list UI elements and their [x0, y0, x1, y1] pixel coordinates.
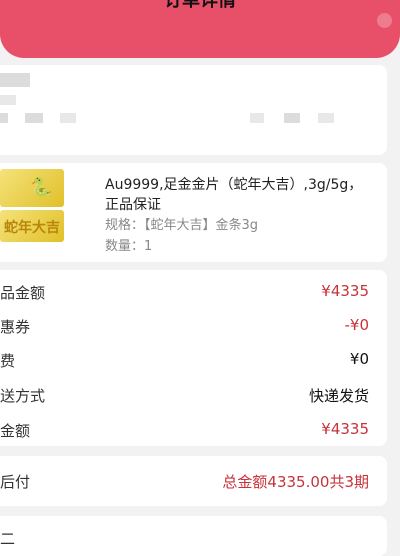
- summary-value: ¥4335: [321, 420, 369, 438]
- summary-row-delivery: 送方式 快递发货: [0, 385, 387, 405]
- product-spec: 规格：【蛇年大吉】金条3g: [105, 218, 259, 233]
- payment-row: 后付 总金额4335.00共3期: [0, 471, 387, 491]
- bottom-card: 二: [0, 516, 387, 556]
- summary-label: 品金额: [0, 284, 46, 302]
- page-title: 订单详情: [164, 0, 236, 11]
- summary-value: ¥4335: [321, 282, 369, 300]
- snake-icon: 🐍: [30, 177, 53, 198]
- summary-value: ¥0: [349, 350, 369, 368]
- product-image-label: 蛇年大吉: [0, 210, 64, 242]
- blurred-text: [0, 113, 8, 123]
- summary-label: 惠券: [0, 318, 31, 336]
- summary-value: 快递发货: [308, 387, 369, 405]
- summary-row-product-amount: 品金额 ¥4335: [0, 282, 387, 302]
- address-card[interactable]: [0, 65, 387, 155]
- thumbnail-text: 蛇年大吉: [4, 220, 60, 236]
- summary-card: 品金额 ¥4335 惠券 -¥0 费 ¥0 送方式 快递发货 金额 ¥4335: [0, 270, 387, 446]
- summary-label: 金额: [0, 422, 31, 440]
- summary-label: 费: [0, 352, 16, 370]
- blurred-text: [0, 95, 16, 105]
- summary-row-coupon[interactable]: 惠券 -¥0: [0, 316, 387, 336]
- payment-label: 后付: [0, 473, 31, 491]
- payment-value: 总金额4335.00共3期: [222, 473, 369, 491]
- more-icon[interactable]: [377, 13, 392, 28]
- blurred-text: [284, 113, 300, 123]
- blurred-text: [25, 113, 43, 123]
- summary-row-total: 金额 ¥4335: [0, 420, 387, 440]
- blurred-text: [318, 113, 334, 123]
- product-quantity: 数量：1: [105, 239, 153, 254]
- blurred-text: [250, 113, 264, 123]
- header-bar: 订单详情: [0, 0, 400, 58]
- product-card[interactable]: 🐍 蛇年大吉 Au9999,足金金片（蛇年大吉）,3g/5g，正品保证 规格：【…: [0, 163, 387, 262]
- blurred-text: [60, 113, 76, 123]
- summary-row-shipping-fee: 费 ¥0: [0, 350, 387, 370]
- payment-card[interactable]: 后付 总金额4335.00共3期: [0, 456, 387, 506]
- summary-label: 送方式: [0, 387, 46, 405]
- product-image[interactable]: 🐍: [0, 169, 64, 207]
- product-title: Au9999,足金金片（蛇年大吉）,3g/5g，正品保证: [105, 177, 363, 213]
- summary-value: -¥0: [344, 316, 370, 334]
- blurred-name: [0, 73, 30, 87]
